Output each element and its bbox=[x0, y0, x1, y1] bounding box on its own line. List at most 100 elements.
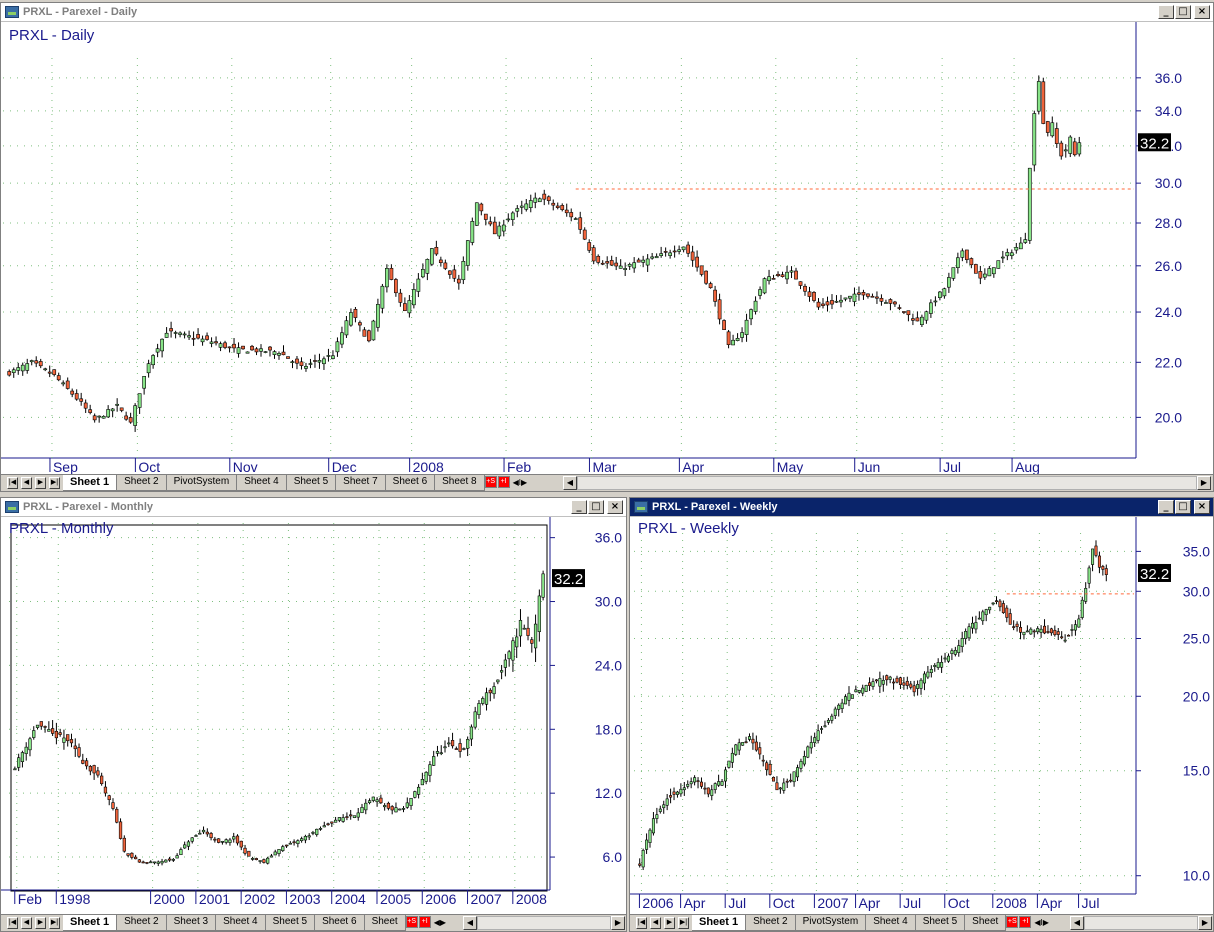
daily-horizontal-scrollbar[interactable] bbox=[577, 476, 1197, 490]
candle bbox=[813, 732, 817, 747]
weekly-title-bar[interactable]: PRXL - Parexel - Weekly _ □ × bbox=[630, 498, 1213, 517]
sheet-tab[interactable]: Sheet 1 bbox=[63, 475, 118, 491]
maximize-button[interactable]: □ bbox=[1175, 500, 1191, 514]
add-sheet-icon[interactable]: +I bbox=[497, 476, 510, 488]
sheet-tab[interactable]: Sheet 1 bbox=[63, 915, 118, 931]
candle bbox=[658, 805, 662, 814]
candle bbox=[470, 217, 475, 246]
scroll-right-icon[interactable]: ▶ bbox=[611, 916, 625, 930]
tab-scroll-icon[interactable]: ◀▶ bbox=[432, 915, 448, 931]
sheet-tab[interactable]: Sheet 5 bbox=[286, 475, 337, 491]
add-sheet-icon[interactable]: +S bbox=[1006, 916, 1019, 928]
candle bbox=[149, 860, 153, 864]
sheet-tab[interactable]: Sheet 6 bbox=[385, 475, 436, 491]
next-sheet-icon[interactable]: ▶ bbox=[35, 917, 46, 929]
last-price-label: 32.2 bbox=[1140, 566, 1169, 583]
candle bbox=[1032, 629, 1036, 638]
candle bbox=[627, 262, 632, 270]
candle bbox=[190, 837, 194, 844]
daily-title-bar[interactable]: PRXL - Parexel - Daily _ □ × bbox=[1, 3, 1213, 22]
monthly-chart[interactable]: 6.0 12.0 18.0 24.0 30.0 36.0 Feb 1998 2000 2001 20… bbox=[1, 517, 626, 915]
candle bbox=[807, 286, 812, 302]
candle bbox=[672, 787, 676, 801]
daily-candlestick-chart[interactable]: 20.022.024.026.028.030.032.034.036.0SepO… bbox=[1, 22, 1213, 475]
candle bbox=[518, 609, 523, 647]
maximize-button[interactable]: □ bbox=[588, 500, 604, 514]
weekly-candlestick-chart[interactable]: 10.0 15.0 20.0 25.0 30.0 35.0 2006 Apr Jul Oct 200… bbox=[630, 517, 1213, 915]
prev-sheet-icon[interactable]: ◀ bbox=[21, 917, 32, 929]
minimize-button[interactable]: _ bbox=[1158, 5, 1174, 19]
first-sheet-icon[interactable]: |◀ bbox=[636, 917, 647, 929]
sheet-tab[interactable]: Sheet 5 bbox=[265, 915, 316, 931]
candle bbox=[425, 258, 430, 281]
candle bbox=[533, 614, 538, 663]
daily-chart[interactable]: 20.022.024.026.028.030.032.034.036.0SepO… bbox=[1, 22, 1213, 475]
sheet-tab[interactable]: Sheet bbox=[364, 915, 406, 931]
sheet-tab[interactable]: PivotSystem bbox=[795, 915, 867, 931]
candle bbox=[789, 266, 794, 279]
weekly-chart[interactable]: 10.0 15.0 20.0 25.0 30.0 35.0 2006 Apr Jul Oct 200… bbox=[630, 517, 1213, 915]
scroll-right-icon[interactable]: ▶ bbox=[1198, 916, 1212, 930]
add-sheet-icon[interactable]: +S bbox=[484, 476, 497, 488]
last-sheet-icon[interactable]: ▶| bbox=[678, 917, 689, 929]
candle bbox=[458, 738, 462, 758]
add-sheet-icon[interactable]: +I bbox=[1019, 916, 1032, 928]
sheet-tab[interactable]: Sheet 1 bbox=[692, 915, 747, 931]
candle bbox=[1019, 621, 1023, 640]
candle bbox=[379, 794, 383, 804]
sheet-tab[interactable]: Sheet bbox=[965, 915, 1007, 931]
scroll-left-icon[interactable]: ◀ bbox=[563, 476, 577, 490]
close-button[interactable]: × bbox=[1194, 5, 1210, 19]
add-sheet-icon[interactable]: +S bbox=[405, 916, 418, 928]
candle bbox=[54, 722, 59, 745]
candle bbox=[573, 217, 578, 220]
sheet-tab[interactable]: Sheet 2 bbox=[117, 915, 167, 931]
sheet-tab[interactable]: Sheet 8 bbox=[435, 475, 485, 491]
sheet-tab[interactable]: Sheet 3 bbox=[166, 915, 217, 931]
monthly-title-bar[interactable]: PRXL - Parexel - Monthly _ □ × bbox=[1, 498, 626, 517]
minimize-button[interactable]: _ bbox=[1158, 500, 1174, 514]
candle bbox=[277, 351, 281, 360]
sheet-tab[interactable]: Sheet 4 bbox=[237, 475, 287, 491]
last-sheet-icon[interactable]: ▶| bbox=[49, 477, 60, 489]
sheet-tab[interactable]: PivotSystem bbox=[166, 475, 238, 491]
sheet-tab[interactable]: Sheet 6 bbox=[315, 915, 365, 931]
weekly-horizontal-scrollbar[interactable] bbox=[1084, 916, 1198, 930]
scroll-right-icon[interactable]: ▶ bbox=[1197, 476, 1211, 490]
first-sheet-icon[interactable]: |◀ bbox=[7, 477, 18, 489]
candle bbox=[34, 356, 39, 368]
close-button[interactable]: × bbox=[607, 500, 623, 514]
maximize-button[interactable]: □ bbox=[1175, 5, 1191, 19]
candle bbox=[429, 247, 434, 267]
add-sheet-icon[interactable]: +I bbox=[418, 916, 431, 928]
monthly-candlestick-chart[interactable]: 6.0 12.0 18.0 24.0 30.0 36.0 Feb 1998 2000 2001 20… bbox=[1, 517, 626, 915]
candle bbox=[1039, 625, 1043, 638]
sheet-tab[interactable]: Sheet 2 bbox=[117, 475, 167, 491]
candle bbox=[833, 706, 837, 720]
candle bbox=[266, 856, 270, 865]
tab-scroll-icon[interactable]: ◀I▶ bbox=[511, 475, 530, 491]
next-sheet-icon[interactable]: ▶ bbox=[664, 917, 675, 929]
sheet-tab[interactable]: Sheet 4 bbox=[866, 915, 916, 931]
monthly-horizontal-scrollbar[interactable] bbox=[477, 916, 611, 930]
scroll-left-icon[interactable]: ◀ bbox=[463, 916, 477, 930]
candle bbox=[537, 197, 542, 203]
sheet-tab[interactable]: Sheet 7 bbox=[336, 475, 386, 491]
last-sheet-icon[interactable]: ▶| bbox=[49, 917, 60, 929]
candle bbox=[313, 354, 317, 368]
next-sheet-icon[interactable]: ▶ bbox=[35, 477, 46, 489]
scroll-left-icon[interactable]: ◀ bbox=[1070, 916, 1084, 930]
minimize-button[interactable]: _ bbox=[571, 500, 587, 514]
sheet-tab[interactable]: Sheet 2 bbox=[746, 915, 796, 931]
prev-sheet-icon[interactable]: ◀ bbox=[650, 917, 661, 929]
close-button[interactable]: × bbox=[1194, 500, 1210, 514]
prev-sheet-icon[interactable]: ◀ bbox=[21, 477, 32, 489]
first-sheet-icon[interactable]: |◀ bbox=[7, 917, 18, 929]
sheet-tab[interactable]: Sheet 5 bbox=[915, 915, 966, 931]
tab-scroll-icon[interactable]: ◀I▶ bbox=[1032, 915, 1051, 931]
candle bbox=[762, 277, 767, 295]
candle bbox=[675, 790, 679, 798]
sheet-tab[interactable]: Sheet 4 bbox=[216, 915, 266, 931]
candle bbox=[1005, 605, 1009, 623]
candle bbox=[785, 265, 789, 285]
